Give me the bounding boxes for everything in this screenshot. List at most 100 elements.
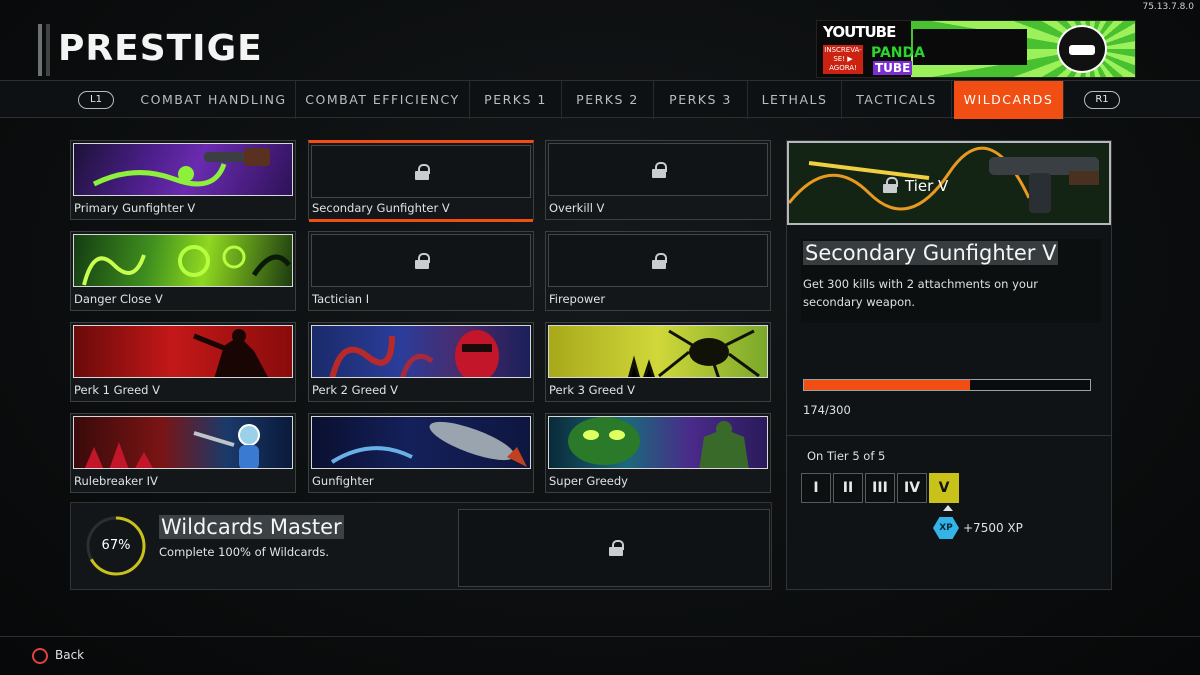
tab-wildcards[interactable]: WILDCARDS bbox=[954, 81, 1064, 119]
category-tab-bar: L1 COMBAT HANDLING COMBAT EFFICIENCY PER… bbox=[0, 80, 1200, 119]
card-label: Primary Gunfighter V bbox=[74, 201, 196, 215]
card-firepower[interactable]: Firepower bbox=[545, 231, 771, 311]
perk1-greed-figure bbox=[193, 329, 268, 377]
super-greedy-monster bbox=[568, 417, 749, 468]
xp-icon: XP bbox=[933, 517, 959, 539]
lock-icon bbox=[609, 540, 624, 556]
card-label: Perk 2 Greed V bbox=[312, 383, 398, 397]
master-description: Complete 100% of Wildcards. bbox=[159, 545, 330, 559]
master-title: Wildcards Master bbox=[159, 515, 344, 539]
locked-art bbox=[548, 234, 768, 287]
tier-selector: I II III IV V bbox=[801, 473, 960, 503]
card-perk-1-greed[interactable]: Perk 1 Greed V bbox=[70, 322, 296, 402]
detail-weapon-art bbox=[789, 143, 1109, 223]
page-title: PRESTIGE bbox=[58, 28, 263, 69]
perk1-greed-art bbox=[73, 325, 293, 378]
back-button[interactable]: Back bbox=[55, 648, 84, 662]
tier-iv-button[interactable]: IV bbox=[897, 473, 928, 503]
progress-text: 174/300 bbox=[803, 403, 851, 417]
lock-icon bbox=[652, 162, 667, 178]
tab-perks-2[interactable]: PERKS 2 bbox=[562, 81, 654, 119]
super-greedy-art bbox=[548, 416, 768, 469]
rulebreaker-astronaut bbox=[84, 424, 260, 468]
detail-description: Get 300 kills with 2 attachments on your… bbox=[803, 277, 1038, 309]
lock-icon bbox=[415, 253, 430, 269]
percent-text: 67% bbox=[101, 538, 131, 553]
lock-icon bbox=[415, 164, 430, 180]
progress-bar bbox=[803, 379, 1091, 391]
card-label: Perk 1 Greed V bbox=[74, 383, 160, 397]
detail-title: Secondary Gunfighter V bbox=[803, 241, 1059, 265]
danger-close-swirls bbox=[82, 245, 291, 286]
tab-perks-1[interactable]: PERKS 1 bbox=[470, 81, 562, 119]
title-accent-bar-2 bbox=[46, 24, 50, 76]
locked-art bbox=[311, 145, 531, 198]
progress-fill bbox=[804, 380, 970, 390]
tier-status: On Tier 5 of 5 bbox=[807, 449, 886, 463]
card-label: Tactician I bbox=[312, 292, 370, 306]
card-label: Overkill V bbox=[549, 201, 605, 215]
tab-combat-efficiency[interactable]: COMBAT EFFICIENCY bbox=[296, 81, 470, 119]
youtube-banner-overlay: YOUTUBE INSCREVA-SE! ▶ AGORA! PANDA TUBE bbox=[816, 20, 1136, 78]
banner-black-box bbox=[913, 29, 1027, 65]
divider bbox=[787, 435, 1111, 436]
wildcards-master-panel[interactable]: 67% Wildcards Master Complete 100% of Wi… bbox=[70, 502, 772, 590]
card-perk-2-greed[interactable]: Perk 2 Greed V bbox=[308, 322, 534, 402]
card-secondary-gunfighter[interactable]: Secondary Gunfighter V bbox=[308, 140, 534, 222]
card-tactician[interactable]: Tactician I bbox=[308, 231, 534, 311]
danger-close-art bbox=[73, 234, 293, 287]
card-super-greedy[interactable]: Super Greedy bbox=[545, 413, 771, 493]
card-gunfighter[interactable]: Gunfighter bbox=[308, 413, 534, 493]
banner-logo: YOUTUBE INSCREVA-SE! ▶ AGORA! PANDA TUBE bbox=[821, 23, 925, 77]
card-label: Danger Close V bbox=[74, 292, 163, 306]
tab-tacticals[interactable]: TACTICALS bbox=[842, 81, 952, 119]
tab-combat-handling[interactable]: COMBAT HANDLING bbox=[132, 81, 296, 119]
perk3-greed-spider bbox=[627, 329, 760, 377]
card-overkill[interactable]: Overkill V bbox=[545, 140, 771, 220]
rulebreaker-art bbox=[73, 416, 293, 469]
perk2-greed-art bbox=[311, 325, 531, 378]
card-label: Gunfighter bbox=[312, 474, 374, 488]
banner-brand1: PANDA bbox=[871, 45, 925, 61]
tab-lethals[interactable]: LETHALS bbox=[748, 81, 842, 119]
r1-button[interactable]: R1 bbox=[1084, 91, 1120, 109]
lock-icon bbox=[652, 253, 667, 269]
card-label: Firepower bbox=[549, 292, 606, 306]
card-label: Super Greedy bbox=[549, 474, 628, 488]
banner-subscribe: INSCREVA-SE! ▶ AGORA! bbox=[823, 45, 863, 74]
xp-reward: +7500 XP bbox=[963, 521, 1023, 535]
card-danger-close[interactable]: Danger Close V bbox=[70, 231, 296, 311]
perk3-greed-art bbox=[548, 325, 768, 378]
footer-divider bbox=[0, 636, 1200, 637]
primary-gunfighter-art bbox=[73, 143, 293, 196]
gunfighter-art bbox=[311, 416, 531, 469]
card-rulebreaker[interactable]: Rulebreaker IV bbox=[70, 413, 296, 493]
banner-brand2: TUBE bbox=[873, 61, 913, 75]
banner-line1: YOUTUBE bbox=[823, 23, 896, 41]
panda-face-icon bbox=[1057, 25, 1107, 73]
lock-icon bbox=[883, 177, 898, 193]
raygun-art bbox=[92, 148, 270, 187]
card-label: Perk 3 Greed V bbox=[549, 383, 635, 397]
card-primary-gunfighter[interactable]: Primary Gunfighter V bbox=[70, 140, 296, 220]
version-text: 75.13.7.8.0 bbox=[1142, 2, 1194, 12]
tier-i-button[interactable]: I bbox=[801, 473, 831, 503]
title-area: PRESTIGE bbox=[38, 22, 278, 78]
caret-up-icon bbox=[943, 505, 953, 511]
master-reward-box bbox=[458, 509, 770, 587]
card-perk-3-greed[interactable]: Perk 3 Greed V bbox=[545, 322, 771, 402]
gunfighter-rocket bbox=[330, 421, 527, 467]
tab-perks-3[interactable]: PERKS 3 bbox=[654, 81, 748, 119]
circle-button-icon[interactable] bbox=[32, 648, 48, 664]
card-label: Secondary Gunfighter V bbox=[312, 201, 450, 215]
tier-iii-button[interactable]: III bbox=[865, 473, 895, 503]
detail-art: Tier V bbox=[787, 141, 1111, 225]
l1-button[interactable]: L1 bbox=[78, 91, 114, 109]
tier-label: Tier V bbox=[905, 177, 949, 195]
card-label: Rulebreaker IV bbox=[74, 474, 158, 488]
tier-v-button[interactable]: V bbox=[929, 473, 960, 503]
title-accent-bar bbox=[38, 24, 42, 76]
locked-art bbox=[311, 234, 531, 287]
tier-ii-button[interactable]: II bbox=[833, 473, 863, 503]
perk2-greed-tentacles bbox=[329, 330, 499, 377]
